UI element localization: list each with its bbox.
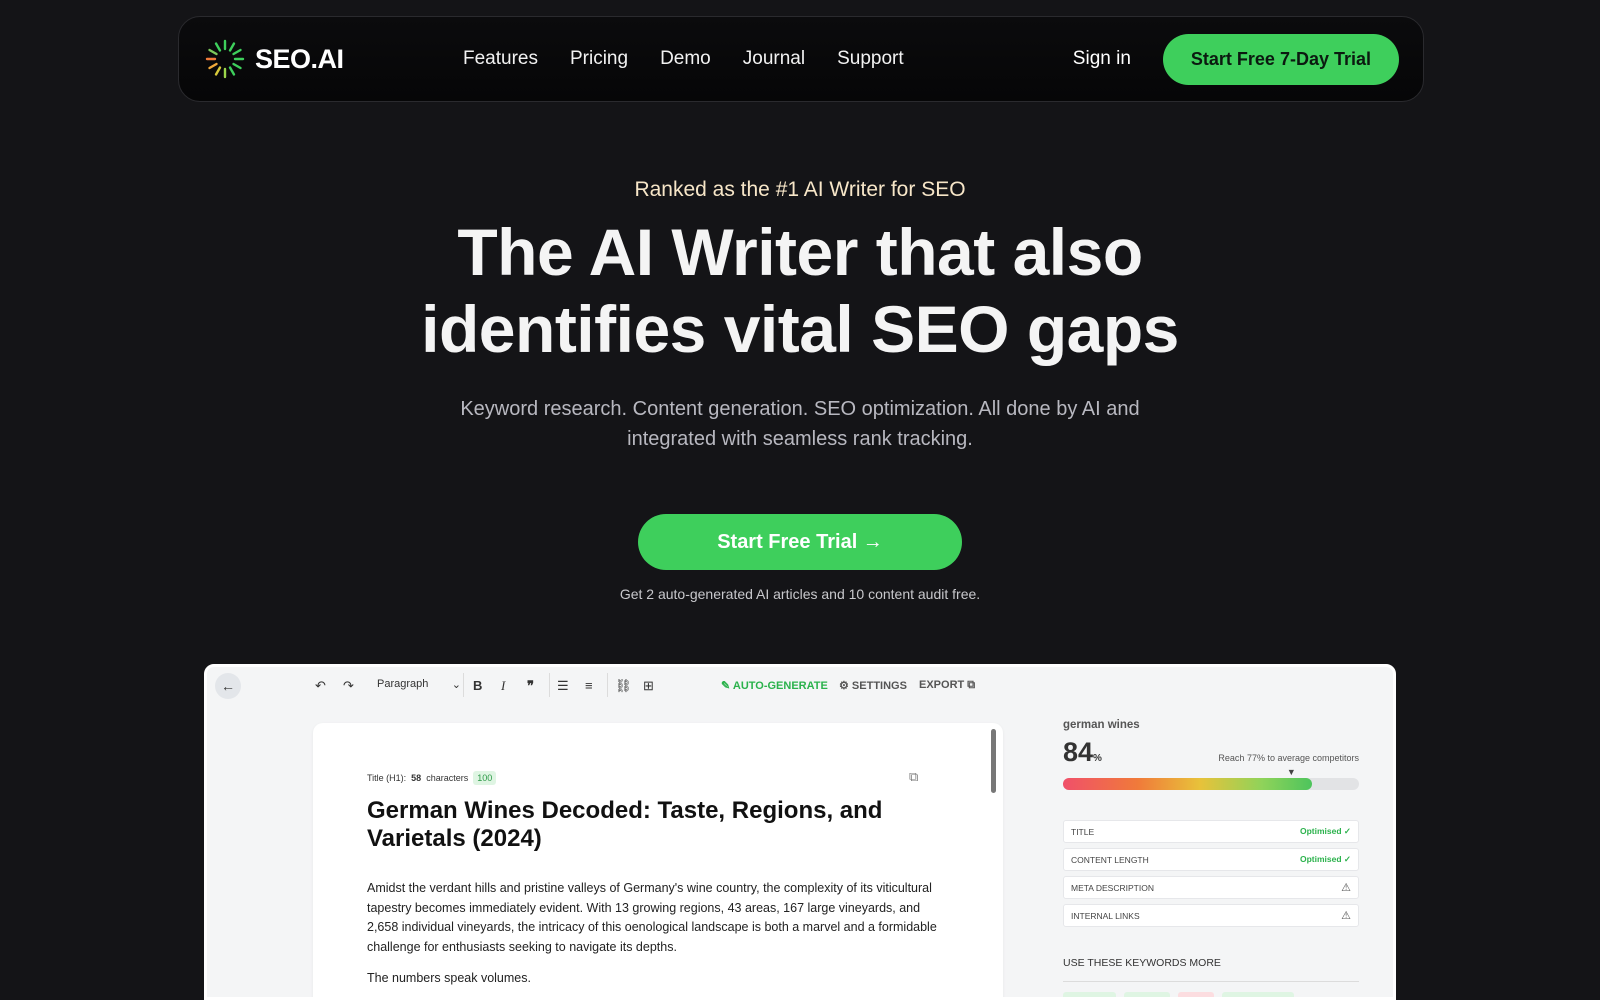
check-label: CONTENT LENGTH [1071,854,1149,865]
auto-generate-button[interactable]: ✎ AUTO-GENERATE [721,679,828,692]
headline-line-2: identifies vital SEO gaps [421,292,1179,366]
logo[interactable]: SEO.AI [203,37,463,81]
keyword-tag[interactable]: grapes [1177,992,1214,997]
settings-label: SETTINGS [851,680,907,692]
chevron-down-icon: ⌄ [451,679,461,691]
copy-icon[interactable]: ⧉ [909,769,918,785]
paragraph-select[interactable]: Paragraph ⌄ [377,678,461,691]
back-arrow-icon[interactable]: ← [215,673,241,699]
settings-button[interactable]: ⚙ SETTINGS [839,679,907,692]
start-trial-button[interactable]: Start Free 7-Day Trial [1162,33,1399,85]
title-meta: Title (H1): 58 characters 100 [367,771,497,785]
check-label: META DESCRIPTION [1071,882,1154,893]
check-title[interactable]: TITLE Optimised ✓ [1063,820,1359,843]
check-internal-links[interactable]: INTERNAL LINKS ⚠ [1063,904,1359,927]
target-keyword: german wines [1063,719,1140,731]
scrollbar-thumb[interactable] [991,729,996,793]
warning-icon: ⚠ [1341,882,1351,894]
auto-generate-label: AUTO-GENERATE [732,680,828,692]
keyword-tag[interactable]: germany ✓ [1063,992,1116,997]
check-content-length[interactable]: CONTENT LENGTH Optimised ✓ [1063,848,1359,871]
title-chars-label: characters [426,773,469,783]
seo-score-unit: % [1093,753,1102,764]
check-status: Optimised ✓ [1299,826,1351,836]
hero-note: Get 2 auto-generated AI articles and 10 … [619,586,981,602]
document-title[interactable]: German Wines Decoded: Taste, Regions, an… [367,797,947,853]
seo-checks: TITLE Optimised ✓ CONTENT LENGTH Optimised… [1063,820,1359,927]
keyword-tag[interactable]: german wines ✓ [1221,992,1295,997]
target-marker-icon: ▼ [1286,767,1296,777]
keyword-tags: germany ✓ riesling ✓ grapes german wines… [1063,992,1359,997]
logo-text: SEO.AI [255,43,344,74]
undo-icon[interactable]: ↶ [315,678,326,694]
use-keywords-heading: USE THESE KEYWORDS MORE [1063,957,1359,982]
hero-eyebrow: Ranked as the #1 AI Writer for SEO [634,178,966,201]
title-score-chip: 100 [473,771,497,785]
redo-icon[interactable]: ↷ [343,678,354,694]
nav-link-demo[interactable]: Demo [660,48,711,70]
table-icon[interactable]: ⊞ [643,678,654,694]
toolbar-divider [607,673,608,697]
paragraph-select-value: Paragraph [377,678,429,690]
nav-link-features[interactable]: Features [463,48,538,70]
export-label: EXPORT [919,679,965,691]
reach-hint: Reach 77% to average competitors [1218,753,1359,763]
document-paragraph-2[interactable]: The numbers speak volumes. [367,971,531,985]
warning-icon: ⚠ [1341,910,1351,922]
hero-subtitle: Keyword research. Content generation. SE… [0,394,1600,454]
seo-sidebar: german wines 84% Reach 77% to average co… [1063,719,1359,997]
subtitle-line-1: Keyword research. Content generation. SE… [460,398,1140,420]
headline-line-1: The AI Writer that also [457,215,1143,289]
hero-headline: The AI Writer that also identifies vital… [0,214,1600,368]
bullet-list-icon[interactable]: ☰ [557,678,569,694]
hero-section: Ranked as the #1 AI Writer for SEO The A… [0,178,1600,602]
nav-links: Features Pricing Demo Journal Support [463,48,904,70]
score-progress-bar: ▼ [1063,767,1359,790]
seo-score: 84% [1063,737,1102,768]
title-meta-label: Title (H1): [367,773,407,783]
keyword-tag[interactable]: riesling ✓ [1123,992,1170,997]
start-free-trial-button[interactable]: Start Free Trial → [638,514,962,570]
link-icon[interactable]: ⛓ [615,678,632,694]
toolbar-divider [463,673,464,697]
nav-link-support[interactable]: Support [837,48,904,70]
toolbar-divider [549,673,550,697]
editor-toolbar: ← ↶ ↷ Paragraph ⌄ B I ❞ ☰ ≡ ⛓ ⊞ ✎ AUTO-G… [207,667,1393,705]
subtitle-line-2: integrated with seamless rank tracking. [627,428,973,450]
document-panel[interactable]: Title (H1): 58 characters 100 ⧉ German W… [313,723,1003,997]
nav-link-journal[interactable]: Journal [743,48,805,70]
title-char-count: 58 [411,773,422,783]
export-button[interactable]: EXPORT ⧉ [919,679,975,692]
seo-score-value: 84 [1063,737,1094,767]
sign-in-link[interactable]: Sign in [1073,48,1131,70]
nav-actions: Sign in Start Free 7-Day Trial [1073,33,1399,85]
check-status: Optimised ✓ [1299,854,1351,864]
quote-icon[interactable]: ❞ [527,678,534,694]
check-label: TITLE [1071,826,1095,837]
numbered-list-icon[interactable]: ≡ [585,678,593,693]
nav-link-pricing[interactable]: Pricing [570,48,628,70]
top-nav: SEO.AI Features Pricing Demo Journal Sup… [178,16,1424,102]
bold-icon[interactable]: B [473,678,482,693]
check-meta-description[interactable]: META DESCRIPTION ⚠ [1063,876,1359,899]
editor-preview: ← ↶ ↷ Paragraph ⌄ B I ❞ ☰ ≡ ⛓ ⊞ ✎ AUTO-G… [204,664,1396,1000]
sunburst-logo-icon [205,39,245,79]
score-progress-fill [1063,778,1312,790]
check-label: INTERNAL LINKS [1071,910,1140,921]
score-row: 84% Reach 77% to average competitors [1063,737,1359,768]
italic-icon[interactable]: I [501,678,505,694]
document-paragraph[interactable]: Amidst the verdant hills and pristine va… [367,879,947,957]
